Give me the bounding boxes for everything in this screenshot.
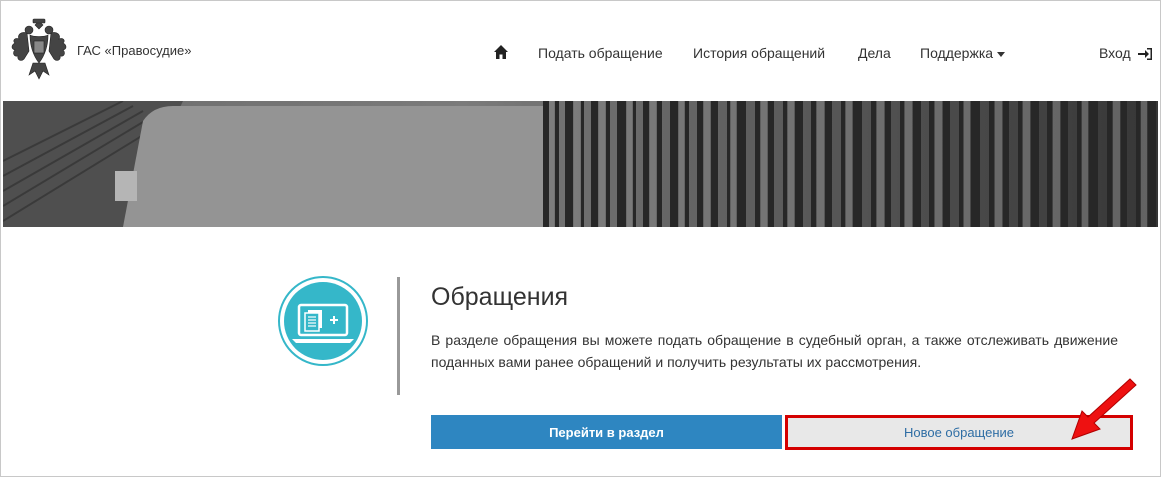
nav-login[interactable]: Вход xyxy=(1099,43,1153,63)
header: ГАС «Правосудие» Подать обращение Истори… xyxy=(1,1,1160,101)
nav-support-label: Поддержка xyxy=(920,45,994,61)
appeals-section: Обращения В разделе обращения вы можете … xyxy=(0,227,1161,477)
main-nav: Подать обращение История обращений Дела … xyxy=(1,43,1160,63)
nav-cases[interactable]: Дела xyxy=(858,43,891,63)
nav-support[interactable]: Поддержка xyxy=(920,43,1006,63)
sign-in-icon xyxy=(1137,48,1152,61)
archive-folders-image xyxy=(3,101,1158,227)
section-description: В разделе обращения вы можете подать обр… xyxy=(431,332,1118,370)
section-title: Обращения xyxy=(431,283,569,311)
home-icon[interactable] xyxy=(493,44,509,60)
laptop-document-icon xyxy=(278,276,368,366)
red-arrow-icon xyxy=(1071,378,1137,440)
divider xyxy=(397,277,400,395)
chevron-down-icon xyxy=(997,51,1006,57)
hero-banner xyxy=(3,101,1158,227)
nav-appeal-history[interactable]: История обращений xyxy=(693,43,825,63)
nav-login-label: Вход xyxy=(1099,45,1131,61)
go-to-section-button[interactable]: Перейти в раздел xyxy=(431,415,782,449)
nav-submit-appeal[interactable]: Подать обращение xyxy=(538,43,663,63)
